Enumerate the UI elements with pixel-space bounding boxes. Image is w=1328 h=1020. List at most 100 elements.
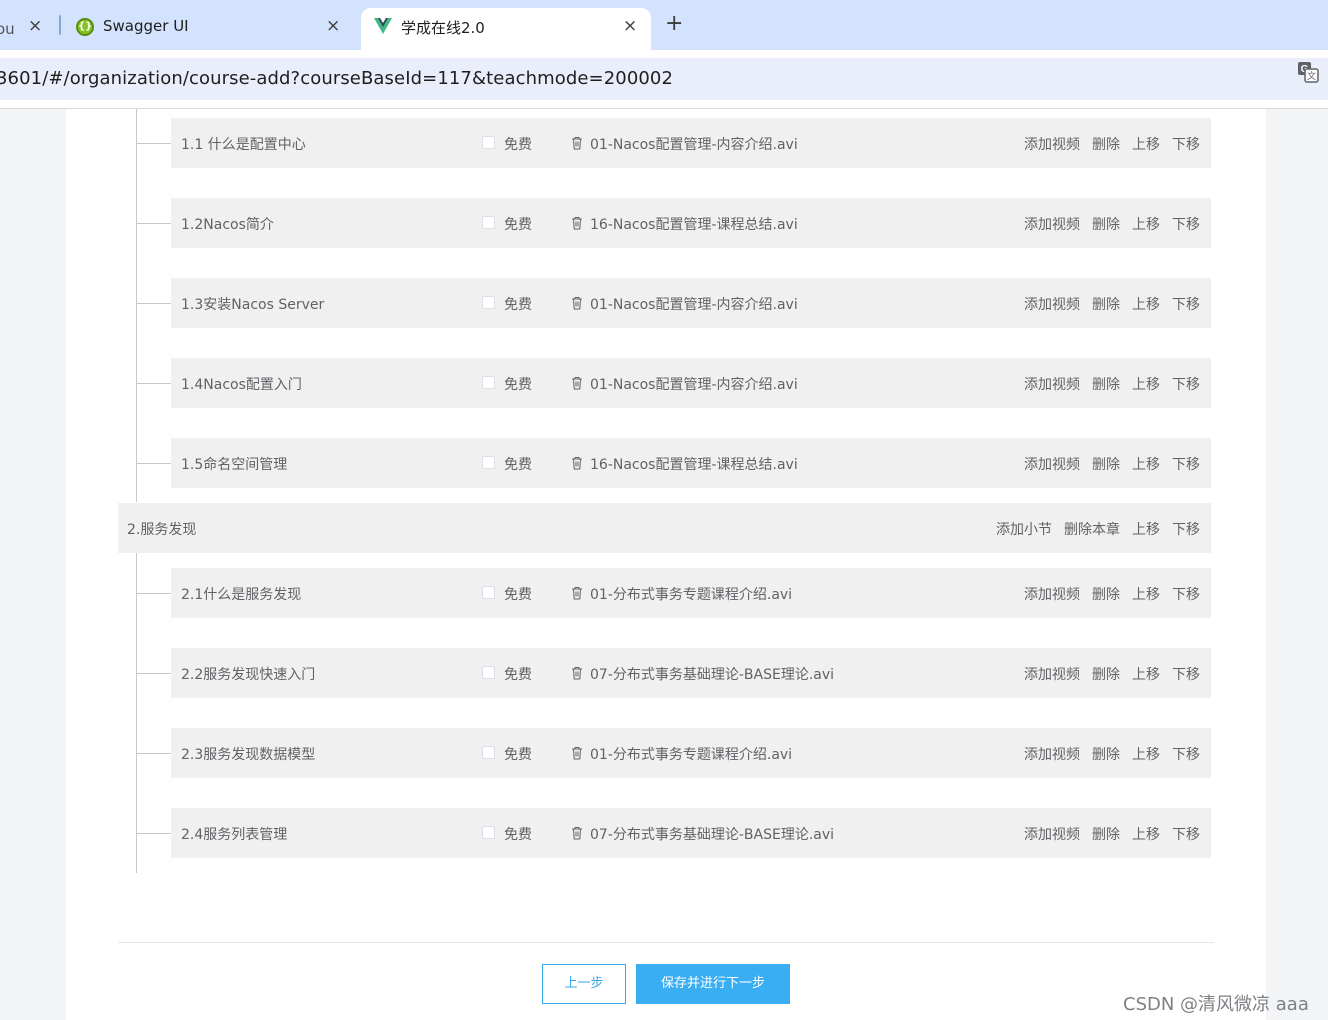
move-down-button[interactable]: 下移	[1172, 744, 1200, 764]
translate-icon[interactable]: G 文	[1297, 61, 1319, 83]
add-video-button[interactable]: 添加视频	[1024, 584, 1080, 604]
move-up-button[interactable]: 上移	[1132, 294, 1160, 314]
move-down-button[interactable]: 下移	[1172, 519, 1200, 539]
trash-icon[interactable]	[571, 216, 583, 230]
delete-button[interactable]: 删除	[1092, 294, 1120, 314]
move-down-button[interactable]: 下移	[1172, 374, 1200, 394]
delete-button[interactable]: 删除	[1092, 374, 1120, 394]
tab-close-icon[interactable]: ×	[623, 16, 637, 36]
save-and-next-button[interactable]: 保存并进行下一步	[636, 964, 790, 1004]
free-label: 免费	[504, 217, 532, 233]
delete-button[interactable]: 删除	[1092, 744, 1120, 764]
free-checkbox[interactable]	[482, 586, 495, 599]
move-up-button[interactable]: 上移	[1132, 374, 1160, 394]
section-title: 2.4服务列表管理	[181, 827, 288, 843]
move-down-button[interactable]: 下移	[1172, 454, 1200, 474]
new-tab-button[interactable]: +	[665, 11, 683, 36]
tree-branch	[137, 303, 171, 304]
move-up-button[interactable]: 上移	[1132, 584, 1160, 604]
previous-step-button[interactable]: 上一步	[542, 964, 626, 1004]
free-checkbox[interactable]	[482, 136, 495, 149]
section-title: 1.2Nacos简介	[181, 217, 274, 233]
tab-close-icon[interactable]: ×	[326, 16, 340, 36]
tab-separator	[59, 15, 61, 35]
tree-branch	[137, 593, 171, 594]
add-video-button[interactable]: 添加视频	[1024, 824, 1080, 844]
trash-icon[interactable]	[571, 746, 583, 760]
free-checkbox[interactable]	[482, 456, 495, 469]
tree-branch	[137, 143, 171, 144]
tree-branch	[137, 833, 171, 834]
move-up-button[interactable]: 上移	[1132, 519, 1160, 539]
delete-button[interactable]: 删除	[1092, 454, 1120, 474]
free-checkbox[interactable]	[482, 216, 495, 229]
add-video-button[interactable]: 添加视频	[1024, 664, 1080, 684]
media-file-name: 01-分布式事务专题课程介绍.avi	[590, 587, 793, 603]
chapter-title: 2.服务发现	[127, 522, 197, 538]
section-row: 2.2服务发现快速入门 免费 07-分布式事务基础理论-BASE理论.avi 添…	[171, 648, 1211, 698]
move-up-button[interactable]: 上移	[1132, 214, 1160, 234]
free-checkbox[interactable]	[482, 296, 495, 309]
media-file-name: 01-Nacos配置管理-内容介绍.avi	[590, 137, 798, 153]
tab-close-icon[interactable]: ×	[28, 16, 42, 36]
media-file-name: 16-Nacos配置管理-课程总结.avi	[590, 217, 798, 233]
browser-tab-partial[interactable]: ou ×	[0, 8, 60, 50]
free-checkbox[interactable]	[482, 826, 495, 839]
url-text[interactable]: 3601/#/organization/course-add?courseBas…	[0, 68, 673, 89]
add-video-button[interactable]: 添加视频	[1024, 744, 1080, 764]
trash-icon[interactable]	[571, 586, 583, 600]
section-title: 2.2服务发现快速入门	[181, 667, 316, 683]
tab-label: 学成在线2.0	[401, 19, 485, 37]
move-up-button[interactable]: 上移	[1132, 824, 1160, 844]
delete-button[interactable]: 删除	[1092, 584, 1120, 604]
free-label: 免费	[504, 137, 532, 153]
move-down-button[interactable]: 下移	[1172, 824, 1200, 844]
add-section-button[interactable]: 添加小节	[996, 519, 1052, 539]
trash-icon[interactable]	[571, 376, 583, 390]
section-actions: 添加视频 删除 上移 下移	[1024, 374, 1200, 394]
add-video-button[interactable]: 添加视频	[1024, 134, 1080, 154]
section-row: 1.3安装Nacos Server 免费 01-Nacos配置管理-内容介绍.a…	[171, 278, 1211, 328]
trash-icon[interactable]	[571, 296, 583, 310]
chapter-row: 2.服务发现 添加小节 删除本章 上移 下移	[118, 503, 1211, 553]
browser-tab-swagger[interactable]: {} Swagger UI ×	[62, 8, 358, 50]
delete-button[interactable]: 删除	[1092, 664, 1120, 684]
move-down-button[interactable]: 下移	[1172, 584, 1200, 604]
free-checkbox[interactable]	[482, 376, 495, 389]
trash-icon[interactable]	[571, 456, 583, 470]
trash-icon[interactable]	[571, 666, 583, 680]
add-video-button[interactable]: 添加视频	[1024, 454, 1080, 474]
trash-icon[interactable]	[571, 136, 583, 150]
browser-tab-active[interactable]: 学成在线2.0 ×	[361, 8, 651, 50]
browser-tab-bar: ou × {} Swagger UI × 学成在线2.0 × +	[0, 0, 1328, 50]
section-row: 1.2Nacos简介 免费 16-Nacos配置管理-课程总结.avi 添加视频…	[171, 198, 1211, 248]
add-video-button[interactable]: 添加视频	[1024, 294, 1080, 314]
add-video-button[interactable]: 添加视频	[1024, 214, 1080, 234]
tree-branch	[137, 223, 171, 224]
move-up-button[interactable]: 上移	[1132, 134, 1160, 154]
move-up-button[interactable]: 上移	[1132, 664, 1160, 684]
watermark: CSDN @清风微凉 aaa	[1123, 994, 1309, 1015]
move-down-button[interactable]: 下移	[1172, 294, 1200, 314]
free-checkbox[interactable]	[482, 666, 495, 679]
section-row: 1.4Nacos配置入门 免费 01-Nacos配置管理-内容介绍.avi 添加…	[171, 358, 1211, 408]
move-down-button[interactable]: 下移	[1172, 214, 1200, 234]
delete-button[interactable]: 删除	[1092, 214, 1120, 234]
move-down-button[interactable]: 下移	[1172, 134, 1200, 154]
tab-label: Swagger UI	[103, 17, 189, 35]
add-video-button[interactable]: 添加视频	[1024, 374, 1080, 394]
free-label: 免费	[504, 457, 532, 473]
media-file-name: 01-Nacos配置管理-内容介绍.avi	[590, 297, 798, 313]
move-down-button[interactable]: 下移	[1172, 664, 1200, 684]
delete-button[interactable]: 删除	[1092, 824, 1120, 844]
delete-chapter-button[interactable]: 删除本章	[1064, 519, 1120, 539]
section-title: 1.3安装Nacos Server	[181, 297, 325, 313]
footer-divider	[118, 942, 1214, 943]
move-up-button[interactable]: 上移	[1132, 454, 1160, 474]
free-checkbox[interactable]	[482, 746, 495, 759]
delete-button[interactable]: 删除	[1092, 134, 1120, 154]
move-up-button[interactable]: 上移	[1132, 744, 1160, 764]
trash-icon[interactable]	[571, 826, 583, 840]
url-field[interactable]: 3601/#/organization/course-add?courseBas…	[0, 58, 1328, 100]
free-label: 免费	[504, 667, 532, 683]
